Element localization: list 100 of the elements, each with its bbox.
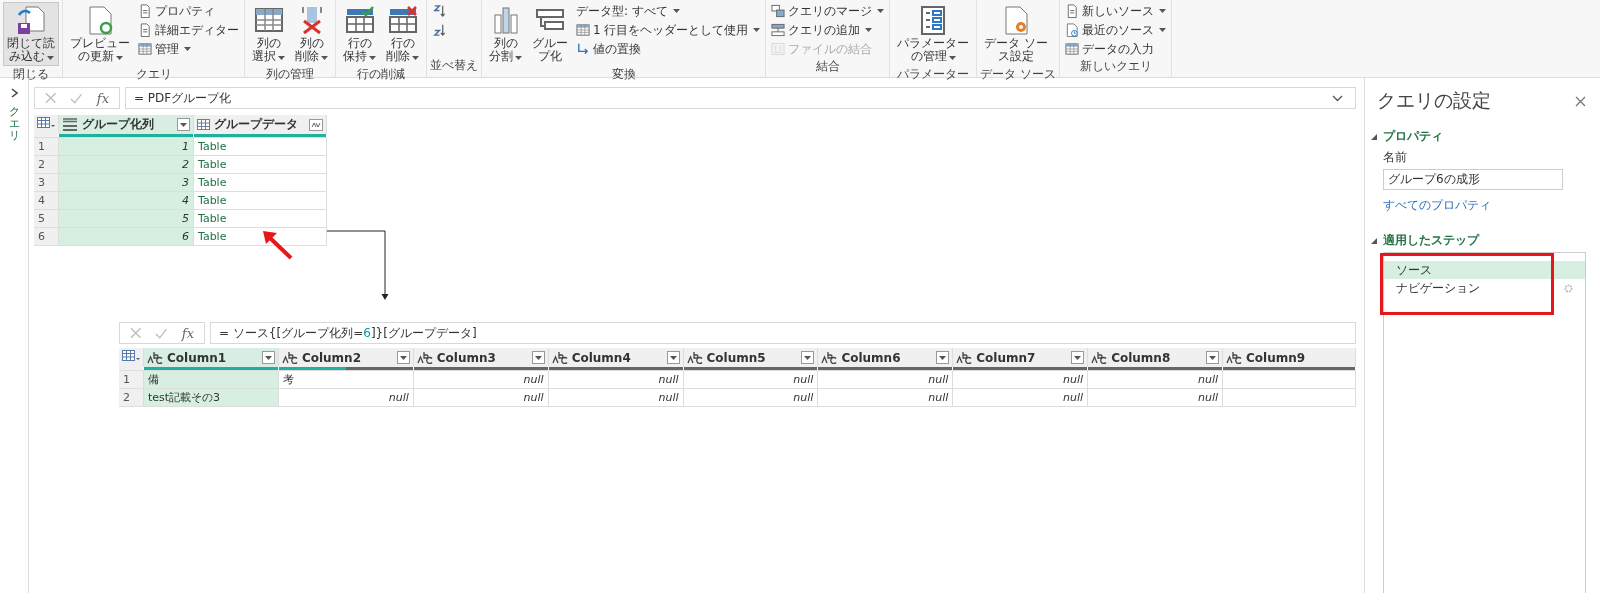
filter-button[interactable] [396, 351, 410, 364]
ribbon-button[interactable]: 列の 分割 [485, 2, 526, 66]
text-type-icon [281, 351, 298, 364]
ribbon-button[interactable]: データ型: すべて [574, 2, 763, 20]
column-header[interactable]: Column7 [952, 348, 1088, 367]
filter-button[interactable] [1071, 351, 1085, 364]
group-label: 並べ替え [430, 57, 478, 74]
check-icon[interactable] [70, 92, 83, 104]
caret-icon [180, 122, 187, 127]
ribbon-button[interactable]: 値の置換 [574, 40, 763, 58]
table-cell: null [952, 370, 1088, 389]
field-label: 名前 [1383, 149, 1408, 166]
ribbon-button[interactable]: 新しいソース [1063, 2, 1169, 20]
ribbon-button[interactable]: プレビュー の更新 [66, 2, 134, 66]
filter-button[interactable] [531, 351, 545, 364]
ribbon-button[interactable]: 1 行目をヘッダーとして使用 [574, 21, 763, 39]
table-cell[interactable]: Table [193, 173, 327, 192]
expand-pane-button[interactable] [10, 88, 18, 98]
table-icon [253, 5, 284, 35]
ribbon-button[interactable]: クエリの追加 [769, 21, 887, 39]
caret-icon [321, 56, 328, 60]
step-item[interactable]: ソース [1384, 261, 1585, 279]
table-cell[interactable]: Table [193, 191, 327, 210]
panel-title: クエリの設定 [1377, 88, 1491, 113]
caret-icon [1209, 355, 1216, 360]
ribbon-button[interactable]: データ ソー ス設定 [980, 2, 1053, 66]
formula-field[interactable]: = PDFグループ化 [125, 87, 1356, 109]
ribbon-button[interactable]: 行の 保持 [339, 2, 380, 66]
column-header[interactable]: Column3 [413, 348, 549, 367]
filter-button[interactable] [1206, 351, 1219, 364]
filter-button[interactable] [666, 351, 680, 364]
function-button[interactable]: fx [181, 325, 194, 341]
filter-button[interactable] [936, 351, 950, 364]
ribbon-button[interactable]: プロパティ [136, 2, 241, 20]
column-header[interactable]: Column9 [1222, 348, 1356, 367]
replace-icon [576, 42, 590, 56]
pane-label[interactable]: クエリ [8, 106, 20, 143]
column-header[interactable]: グループ化列 [58, 115, 194, 134]
column-header[interactable]: Column1 [143, 348, 279, 367]
table-icon [197, 119, 210, 130]
ribbon-button[interactable]: 最近のソース [1063, 21, 1169, 39]
ribbon-button[interactable]: 列の 選択 [248, 2, 289, 66]
group-label: 列の管理 [265, 66, 315, 83]
table-cross-icon [387, 5, 418, 35]
table-cell: null [413, 388, 549, 407]
ribbon-button[interactable]: 閉じて読 み込む [3, 2, 59, 66]
corner-header[interactable] [34, 115, 59, 134]
group-label: クエリ [134, 66, 173, 83]
text-type-icon [956, 351, 973, 364]
table-cell[interactable]: Table [193, 137, 327, 156]
chevron-down-icon [1332, 94, 1343, 102]
ribbon-button[interactable]: クエリのマージ [769, 2, 887, 20]
triangle-icon [1371, 237, 1377, 244]
ribbon-button[interactable]: データの入力 [1063, 40, 1169, 58]
table-cell: null [548, 388, 683, 407]
ribbon-button[interactable]: 詳細エディター [136, 21, 241, 39]
column-header[interactable]: Column5 [683, 348, 818, 367]
caret-icon [939, 355, 947, 360]
filter-button[interactable] [801, 351, 815, 364]
table-cell: null [817, 388, 953, 407]
corner-header[interactable] [119, 348, 144, 367]
document-icon [138, 23, 152, 37]
check-icon[interactable] [155, 327, 168, 339]
filter-button[interactable] [177, 118, 190, 131]
table-cell: null [817, 370, 953, 389]
step-item[interactable]: ナビゲーション [1384, 279, 1585, 297]
caret-icon [865, 28, 873, 32]
text-type-icon [686, 351, 703, 364]
function-button[interactable]: fx [96, 90, 109, 106]
ribbon-button[interactable]: 行の 削除 [382, 2, 423, 66]
table-check-icon [344, 5, 375, 35]
chevron-right-icon [10, 88, 18, 98]
filter-button[interactable] [261, 351, 275, 364]
all-properties-link[interactable]: すべてのプロパティ [1383, 197, 1586, 214]
formula-text: = ソース{[グループ化列=6]}[グループデータ] [219, 324, 477, 342]
ribbon-button[interactable]: パラメーター の管理 [893, 2, 974, 66]
formula-text: = PDFグループ化 [134, 89, 232, 107]
table-cell: null [683, 388, 818, 407]
table-cell[interactable]: Table [193, 209, 327, 228]
column-header[interactable]: Column8 [1087, 348, 1223, 367]
table-menu-icon[interactable] [122, 350, 140, 362]
formula-field[interactable]: = ソース{[グループ化列=6]}[グループデータ] [210, 322, 1356, 344]
table-menu-icon[interactable] [37, 117, 55, 129]
caret-icon [877, 9, 885, 13]
ribbon-button[interactable]: グルー プ化 [528, 2, 572, 66]
column-header[interactable]: グループデータ [193, 115, 327, 134]
ribbon-button[interactable]: 管理 [136, 40, 241, 58]
expand-column-button[interactable] [309, 118, 323, 131]
text-type-icon [1091, 351, 1108, 364]
close-button[interactable] [1575, 95, 1586, 107]
section-header[interactable]: 適用したステップ [1371, 232, 1586, 249]
column-header[interactable]: Column6 [817, 348, 953, 367]
group-label: 変換 [610, 66, 637, 83]
table-cell[interactable]: Table [193, 155, 327, 174]
triangle-icon [1371, 133, 1377, 140]
name-field[interactable]: グループ6の成形 [1383, 169, 1563, 190]
ribbon-button[interactable]: 列の 削除 [291, 2, 332, 66]
column-header[interactable]: Column2 [278, 348, 414, 367]
column-header[interactable]: Column4 [548, 348, 683, 367]
section-header[interactable]: プロパティ [1371, 128, 1586, 145]
